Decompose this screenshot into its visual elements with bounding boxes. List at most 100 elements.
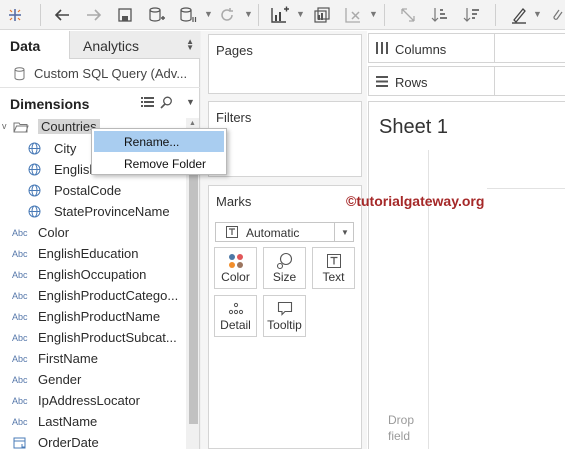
undo-icon[interactable] (50, 3, 74, 27)
size-label: Size (272, 270, 297, 284)
chevron-down-icon[interactable]: ▼ (369, 9, 378, 19)
field-label: OrderDate (38, 435, 99, 449)
chevron-down-icon[interactable]: ▼ (296, 9, 305, 19)
marks-title: Marks (216, 194, 252, 209)
attach-icon[interactable] (545, 3, 565, 27)
field-lastname[interactable]: Abc LastName (0, 412, 186, 432)
field-englishproductsubcategory[interactable]: Abc EnglishProductSubcat... (0, 328, 186, 348)
field-postalcode[interactable]: PostalCode (0, 181, 186, 201)
chevron-down-icon[interactable]: v (2, 121, 7, 131)
filters-shelf[interactable]: Filters (208, 101, 362, 177)
new-datasource-icon[interactable] (145, 3, 169, 27)
pages-title: Pages (216, 43, 253, 58)
duplicate-sheet-icon[interactable] (310, 3, 334, 27)
field-label: LastName (38, 414, 98, 429)
drop-hint-line: field (388, 429, 411, 443)
toolbar-separator (384, 4, 385, 26)
tooltip-button[interactable]: Tooltip (263, 295, 306, 337)
clear-sheet-icon[interactable] (341, 3, 365, 27)
pages-shelf[interactable]: Pages (208, 34, 362, 94)
sheet-title[interactable]: Sheet 1 (379, 116, 448, 139)
field-englisheducation[interactable]: Abc EnglishEducation (0, 244, 186, 264)
tab-analytics-label: Analytics (83, 38, 140, 54)
string-type-icon: Abc (12, 354, 28, 364)
field-stateprovincename[interactable]: StateProvinceName (0, 202, 186, 222)
shelf-divider (494, 34, 495, 62)
view-canvas[interactable] (368, 101, 565, 449)
size-button[interactable]: Size (263, 247, 306, 289)
dimensions-header: Dimensions (10, 96, 90, 112)
field-firstname[interactable]: Abc FirstName (0, 349, 186, 369)
folder-open-icon (13, 121, 29, 136)
field-label: Color (38, 225, 70, 240)
string-type-icon: Abc (12, 291, 28, 301)
field-color[interactable]: Abc Color (0, 223, 186, 243)
text-label-icon (313, 252, 354, 270)
string-type-icon: Abc (12, 270, 28, 280)
detail-button[interactable]: Detail (214, 295, 257, 337)
mark-type-label: Automatic (246, 226, 300, 240)
scroll-up-arrow-icon[interactable]: ▲ (189, 120, 196, 127)
rows-icon (376, 76, 388, 90)
chevron-down-icon[interactable]: ▼ (244, 9, 253, 19)
field-label: IpAddressLocator (38, 393, 140, 408)
refresh-icon[interactable] (215, 3, 239, 27)
field-label: PostalCode (54, 183, 122, 198)
field-englishproductname[interactable]: Abc EnglishProductName (0, 307, 186, 327)
drop-field-hint: Drop field (388, 412, 414, 444)
field-label: EnglishProductSubcat... (38, 330, 177, 345)
field-ipaddresslocator[interactable]: Abc IpAddressLocator (0, 391, 186, 411)
list-view-icon[interactable] (141, 96, 154, 110)
string-type-icon: Abc (12, 312, 28, 322)
tooltip-label: Tooltip (267, 318, 302, 332)
field-englishoccupation[interactable]: Abc EnglishOccupation (0, 265, 186, 285)
color-palette-icon (215, 252, 256, 270)
field-label: FirstName (38, 351, 98, 366)
string-type-icon: Abc (12, 417, 28, 427)
tab-analytics[interactable]: Analytics ▲ ▼ (69, 31, 200, 59)
scrollbar-thumb[interactable] (189, 132, 198, 424)
menu-item-rename[interactable]: Rename... (94, 131, 224, 152)
swap-rows-columns-icon[interactable] (396, 3, 420, 27)
detail-dots-icon (215, 300, 256, 318)
columns-shelf[interactable]: Columns (368, 33, 565, 63)
pause-updates-icon[interactable] (176, 3, 200, 27)
columns-label: Columns (395, 42, 447, 57)
datasource-item[interactable]: Custom SQL Query (Adv... (0, 60, 200, 88)
chevron-down-icon[interactable]: ▼ (533, 9, 542, 19)
chevron-down-icon[interactable]: ▼ (186, 97, 195, 111)
color-button[interactable]: Color (214, 247, 257, 289)
sort-descending-icon[interactable] (460, 3, 484, 27)
rows-label: Rows (395, 75, 428, 90)
detail-label: Detail (220, 318, 251, 332)
tab-data[interactable]: Data (0, 31, 68, 59)
text-mark-icon (226, 226, 238, 241)
menu-item-remove-folder[interactable]: Remove Folder (94, 153, 224, 174)
redo-icon[interactable] (82, 3, 106, 27)
toolbar-separator (40, 4, 41, 26)
rows-shelf[interactable]: Rows (368, 66, 565, 96)
field-label: EnglishProductName (38, 309, 161, 324)
drop-hint-line: Drop (388, 413, 415, 427)
text-label: Text (322, 270, 345, 284)
new-worksheet-icon[interactable] (268, 3, 292, 27)
field-label: Gender (38, 372, 82, 387)
sort-ascending-icon[interactable] (428, 3, 452, 27)
globe-icon (28, 163, 41, 179)
field-englishproductcategory[interactable]: Abc EnglishProductCatego... (0, 286, 186, 306)
chevron-down-icon[interactable]: ▼ (204, 9, 213, 19)
mark-type-dropdown[interactable]: Automatic ▼ (215, 222, 354, 242)
field-gender[interactable]: Abc Gender (0, 370, 186, 390)
chevron-down-icon: ▼ (341, 228, 349, 237)
tableau-logo-icon[interactable] (3, 3, 27, 27)
text-button[interactable]: Text (312, 247, 355, 289)
watermark: ©tutorialgateway.org (346, 193, 485, 209)
highlight-pen-icon[interactable] (507, 3, 531, 27)
field-orderdate[interactable]: OrderDate (0, 433, 186, 449)
string-type-icon: Abc (12, 249, 28, 259)
search-icon[interactable] (160, 96, 173, 110)
toolbar-separator (258, 4, 259, 26)
field-label: City (54, 141, 77, 156)
save-icon[interactable] (113, 3, 137, 27)
toolbar: ▼ ▼ ▼ ▼ ▼ (0, 0, 565, 30)
